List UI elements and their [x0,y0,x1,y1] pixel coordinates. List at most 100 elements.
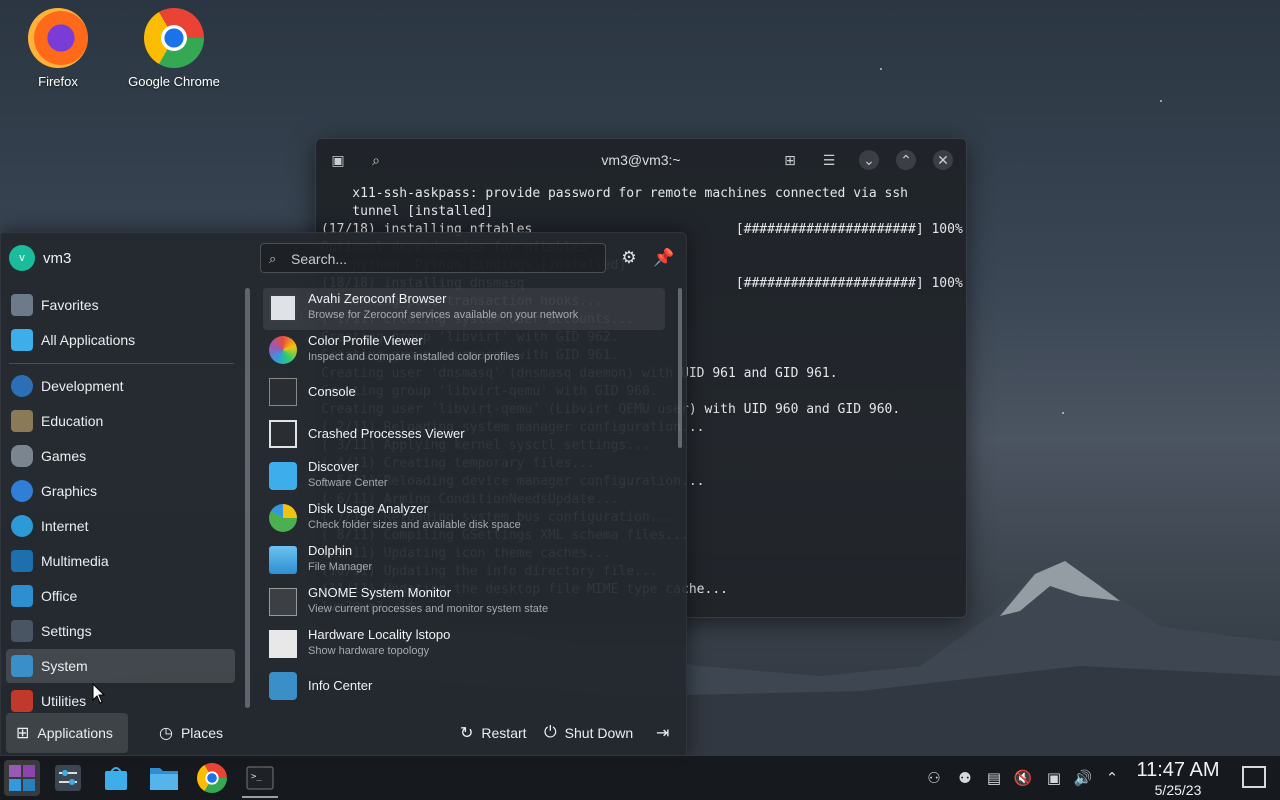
shutdown-button[interactable]: ⏻ Shut Down [534,713,640,753]
close-icon[interactable]: ✕ [933,150,953,170]
app-item-gnome-system-monitor[interactable]: GNOME System Monitor View current proces… [263,582,665,624]
maximize-icon[interactable]: ⌃ [896,150,916,170]
search-icon[interactable]: ⌕ [366,150,386,170]
taskbar-chrome[interactable] [194,760,230,796]
category-development[interactable]: Development [6,369,235,403]
office-icon [11,585,33,607]
application-launcher: v vm3 ⌕ ⚙ 📌 Favorites All Applications D… [0,232,687,758]
category-label: Games [41,448,87,464]
taskbar-konsole[interactable]: >_ [242,760,278,798]
app-item-avahi[interactable]: Avahi Zeroconf Browser Browse for Zeroco… [263,288,665,330]
system-icon [11,655,33,677]
desktop-icon-chrome[interactable]: Google Chrome [124,2,224,89]
app-list-scrollbar[interactable] [678,288,682,448]
lstopo-icon [269,630,297,658]
category-label: System [41,658,88,674]
category-label: All Applications [41,332,136,348]
graphics-icon [11,480,33,502]
app-item-color-profile-viewer[interactable]: Color Profile Viewer Inspect and compare… [263,330,665,372]
taskbar-system-settings[interactable] [50,760,86,796]
crash-viewer-icon [269,420,297,448]
user-switch-icon[interactable]: ⚉ [955,768,975,788]
app-name: Dolphin [308,543,353,558]
desktop-icon-firefox[interactable]: Firefox [8,2,108,89]
app-launcher-icon [9,765,35,791]
category-office[interactable]: Office [6,579,235,613]
app-name: Disk Usage Analyzer [308,501,428,516]
svg-text:>_: >_ [251,772,262,782]
discover-icon [269,462,297,490]
category-label: Favorites [41,297,99,313]
category-settings[interactable]: Settings [6,614,235,648]
volume-icon[interactable]: 🔊 [1073,768,1093,788]
app-item-info-center[interactable]: Info Center [263,666,665,708]
category-favorites[interactable]: Favorites [6,288,235,322]
search-input[interactable] [289,248,593,270]
color-profile-icon [269,336,297,364]
clock-icon: ◷ [159,725,173,742]
show-desktop-button[interactable] [1242,766,1266,788]
pin-icon[interactable]: 📌 [653,247,675,269]
terminal-app-icon: ▣ [331,151,345,168]
minimize-icon[interactable]: ⌄ [859,150,879,170]
power-icon: ⏻ [544,724,557,741]
system-settings-icon [55,765,81,791]
chevron-up-icon[interactable]: ⌃ [1102,768,1122,788]
app-description: View current processes and monitor syste… [308,603,549,615]
audio-muted-icon[interactable]: 🔇 [1013,768,1033,788]
divider [9,363,234,364]
terminal-titlebar[interactable]: ▣ ⌕ vm3@vm3:~ ⊞ ☰ ⌄ ⌃ ✕ [316,139,966,181]
restart-button[interactable]: ↻ Restart [450,713,534,753]
chrome-icon [197,763,227,793]
category-games[interactable]: Games [6,439,235,473]
app-name: Console [308,384,356,399]
category-multimedia[interactable]: Multimedia [6,544,235,578]
category-label: Development [41,378,124,394]
tab-places[interactable]: ◷ Places [149,713,239,753]
configure-icon[interactable]: ⚙ [618,247,640,269]
app-launcher-button[interactable] [4,760,40,796]
category-scrollbar[interactable] [245,288,250,708]
taskbar-discover[interactable] [98,760,134,796]
logout-icon: ⇥ [656,725,670,742]
category-system[interactable]: System [6,649,235,683]
app-name: Info Center [308,678,373,693]
user-icon[interactable]: ⚇ [924,768,944,788]
taskbar-dolphin[interactable] [146,760,182,796]
network-icon[interactable]: ▣ [1044,768,1064,788]
app-item-console[interactable]: Console [263,372,665,414]
info-center-icon [269,672,297,700]
avatar[interactable]: v [9,245,35,271]
avahi-icon [269,294,297,322]
category-all-applications[interactable]: All Applications [6,323,235,357]
app-item-crashed-processes-viewer[interactable]: Crashed Processes Viewer [263,414,665,456]
app-item-disk-usage-analyzer[interactable]: Disk Usage Analyzer Check folder sizes a… [263,498,665,540]
button-label: Shut Down [564,725,634,741]
search-icon: ⌕ [269,251,277,266]
category-label: Office [41,588,78,604]
app-description: Inspect and compare installed color prof… [308,351,520,363]
tab-applications[interactable]: ⊞ Applications [6,713,128,753]
user-name: vm3 [43,250,72,267]
category-list: Favorites All Applications Development E… [1,288,241,712]
clock[interactable]: 11:47 AM 5/25/23 [1128,758,1228,798]
app-item-lstopo[interactable]: Hardware Locality lstopo Show hardware t… [263,624,665,666]
dolphin-icon [150,768,178,790]
mouse-cursor [92,683,106,704]
category-graphics[interactable]: Graphics [6,474,235,508]
app-name: Color Profile Viewer [308,333,423,348]
hamburger-menu-icon[interactable]: ☰ [819,150,839,170]
games-icon [11,445,33,467]
category-education[interactable]: Education [6,404,235,438]
new-tab-icon[interactable]: ⊞ [780,150,800,170]
app-item-discover[interactable]: Discover Software Center [263,456,665,498]
launcher-footer: ⊞ Applications ◷ Places ↻ Restart ⏻ Shut Dow… [1,711,686,757]
clipboard-icon[interactable]: ▤ [984,768,1004,788]
app-item-dolphin[interactable]: Dolphin File Manager [263,540,665,582]
leave-button[interactable]: ⇥ [646,713,678,753]
search-box[interactable]: ⌕ [260,243,606,273]
development-icon [11,375,33,397]
taskbar: >_ ⚇ ⚉ ▤ 🔇 ▣ 🔊 ⌃ 11:47 AM 5/25/23 [0,755,1280,800]
category-internet[interactable]: Internet [6,509,235,543]
tab-label: Applications [37,725,113,741]
